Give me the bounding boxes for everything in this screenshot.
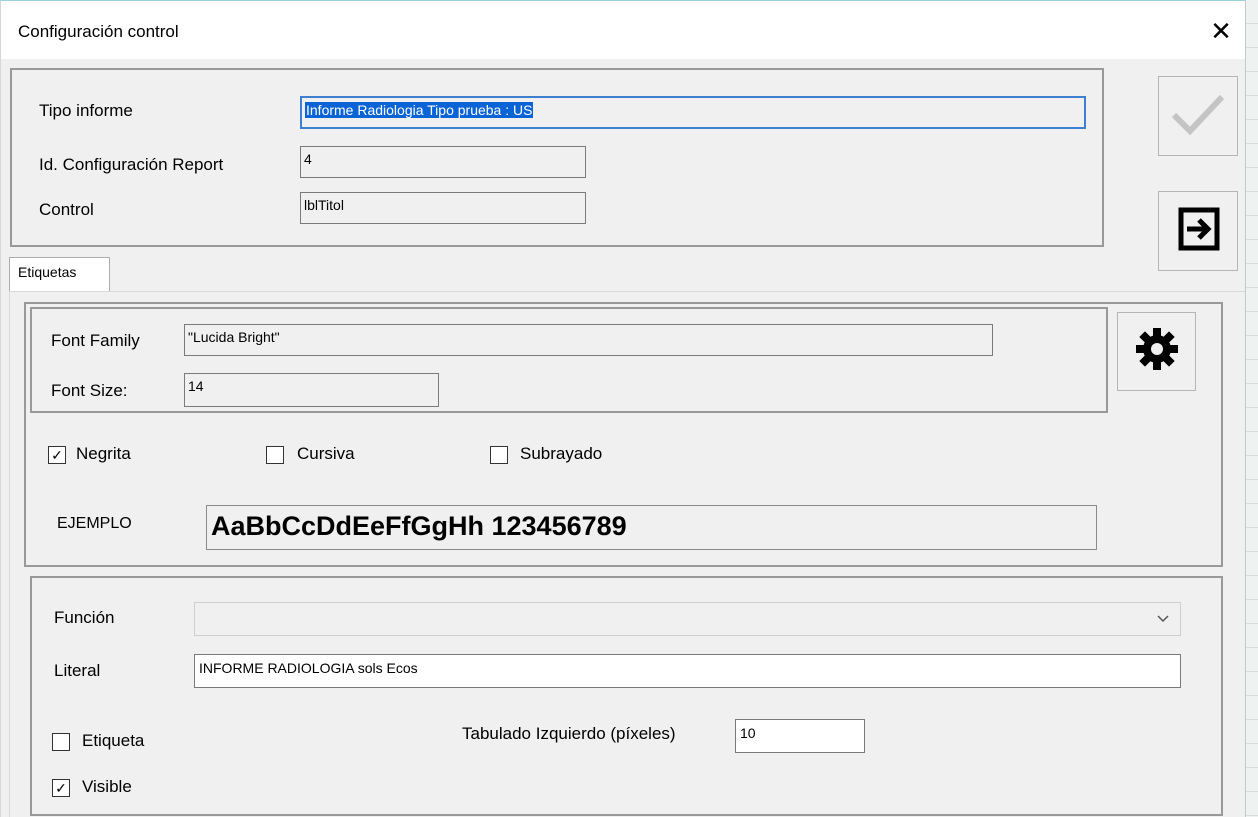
etiqueta-label[interactable]: Etiqueta xyxy=(82,731,144,751)
funcion-label: Función xyxy=(54,608,115,627)
font-size-label: Font Size: xyxy=(51,381,128,400)
check-mark-icon: ✓ xyxy=(51,447,63,463)
cursiva-checkbox[interactable] xyxy=(266,446,284,464)
subrayado-checkbox[interactable] xyxy=(490,446,508,464)
background-sheet-strip xyxy=(1245,0,1258,817)
font-size-field[interactable]: 14 xyxy=(184,373,439,407)
font-settings-button[interactable] xyxy=(1117,312,1196,391)
exit-button[interactable] xyxy=(1158,191,1238,271)
id-configuracion-label: Id. Configuración Report xyxy=(39,155,224,174)
style-group: Font Family "Lucida Bright" Font Size: 1… xyxy=(24,302,1223,567)
font-group: Font Family "Lucida Bright" Font Size: 1… xyxy=(30,307,1108,413)
subrayado-label[interactable]: Subrayado xyxy=(520,444,602,464)
tab-panel-etiquetas: Font Family "Lucida Bright" Font Size: 1… xyxy=(9,291,1245,817)
title-bar: Configuración control ✕ xyxy=(1,1,1245,59)
visible-label[interactable]: Visible xyxy=(82,777,132,797)
tab-etiquetas[interactable]: Etiquetas xyxy=(9,257,110,292)
negrita-checkbox[interactable]: ✓ xyxy=(48,446,66,464)
tabulado-izquierdo-input[interactable]: 10 xyxy=(735,719,865,753)
dialog-body: Tipo informe Informe Radiologia Tipo pru… xyxy=(1,59,1245,817)
dialog-window: Configuración control ✕ Tipo informe Inf… xyxy=(0,0,1245,817)
control-label: Control xyxy=(39,200,94,219)
font-sample-preview: AaBbCcDdEeFfGgHh 123456789 xyxy=(206,505,1097,550)
check-mark-icon: ✓ xyxy=(55,780,67,796)
tipo-informe-label: Tipo informe xyxy=(39,101,133,120)
check-icon xyxy=(1170,91,1226,142)
literal-input[interactable]: INFORME RADIOLOGIA sols Ecos xyxy=(194,654,1181,688)
chevron-down-icon xyxy=(1156,607,1170,634)
tabulado-izquierdo-label: Tabulado Izquierdo (píxeles) xyxy=(462,724,676,743)
accept-button[interactable] xyxy=(1158,76,1238,156)
control-field[interactable]: lblTitol xyxy=(300,192,586,224)
close-icon: ✕ xyxy=(1210,15,1232,46)
visible-checkbox[interactable]: ✓ xyxy=(52,779,70,797)
negrita-label[interactable]: Negrita xyxy=(76,444,131,464)
window-title: Configuración control xyxy=(18,22,179,41)
etiqueta-checkbox[interactable] xyxy=(52,733,70,751)
close-button[interactable]: ✕ xyxy=(1201,13,1241,49)
ejemplo-label: EJEMPLO xyxy=(57,515,132,532)
id-configuracion-field[interactable]: 4 xyxy=(300,146,586,178)
font-family-label: Font Family xyxy=(51,331,140,350)
gear-icon xyxy=(1134,326,1180,377)
literal-label: Literal xyxy=(54,661,101,680)
exit-icon xyxy=(1173,204,1223,259)
funcion-select[interactable] xyxy=(194,602,1181,636)
font-family-field[interactable]: "Lucida Bright" xyxy=(184,324,993,356)
report-info-group: Tipo informe Informe Radiologia Tipo pru… xyxy=(10,68,1104,247)
tipo-informe-field[interactable]: Informe Radiologia Tipo prueba : US xyxy=(300,96,1086,129)
details-group: Función Literal INFORME RADIOLOGIA sols … xyxy=(30,576,1223,816)
cursiva-label[interactable]: Cursiva xyxy=(297,444,355,464)
